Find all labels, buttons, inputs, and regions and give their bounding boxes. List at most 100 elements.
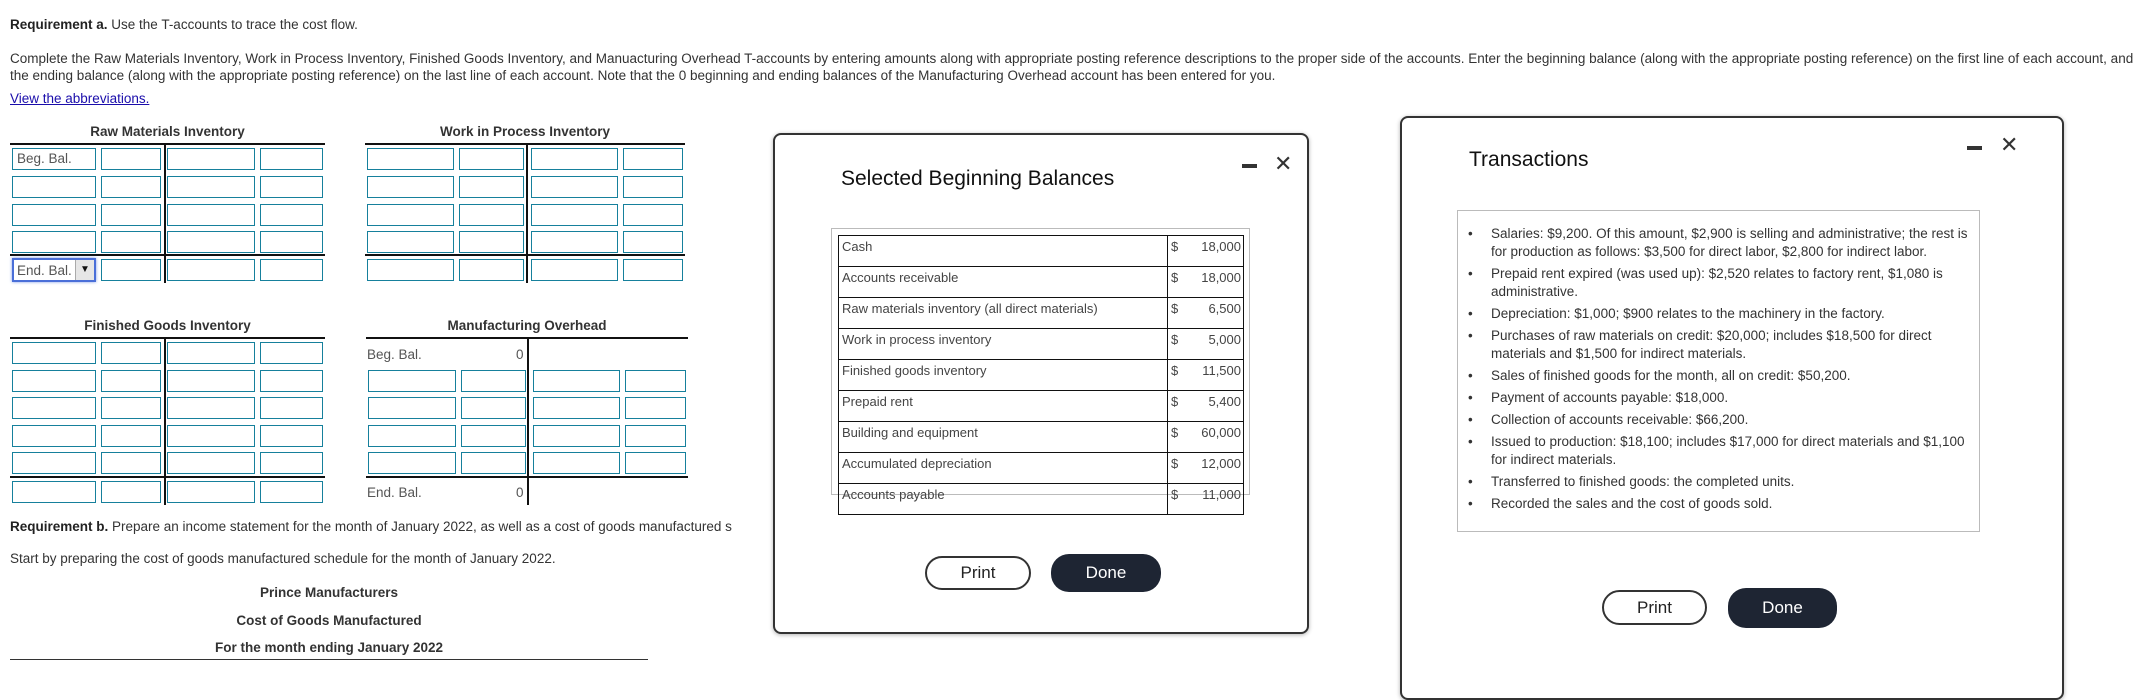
wip-input[interactable]: [367, 204, 454, 226]
overhead-end-label: End. Bal.: [367, 485, 422, 500]
overhead-input[interactable]: [533, 452, 620, 474]
print-button[interactable]: Print: [1602, 590, 1707, 625]
finished-goods-input[interactable]: [260, 425, 323, 447]
wip-input[interactable]: [459, 176, 524, 198]
overhead-input[interactable]: [533, 370, 620, 392]
finished-goods-input[interactable]: [12, 397, 96, 419]
overhead-input[interactable]: [368, 425, 456, 447]
overhead-input[interactable]: [533, 397, 620, 419]
wip-input[interactable]: [623, 148, 683, 170]
wip-input[interactable]: [623, 204, 683, 226]
raw-materials-input[interactable]: [101, 148, 161, 170]
finished-goods-input[interactable]: [260, 342, 323, 364]
wip-input[interactable]: [531, 148, 618, 170]
wip-input[interactable]: [531, 204, 618, 226]
finished-goods-input[interactable]: [260, 370, 323, 392]
raw-materials-input[interactable]: [260, 176, 323, 198]
wip-input[interactable]: [531, 176, 618, 198]
overhead-input[interactable]: [368, 397, 456, 419]
raw-materials-beg-label-input[interactable]: Beg. Bal.: [12, 148, 96, 170]
overhead-input[interactable]: [461, 452, 526, 474]
requirement-a-label: Requirement a.: [10, 17, 108, 32]
wip-input[interactable]: [531, 231, 618, 253]
account-name: Work in process inventory: [838, 328, 1168, 360]
wip-input[interactable]: [367, 148, 454, 170]
raw-materials-end-select[interactable]: End. Bal. ▼: [12, 258, 96, 282]
raw-materials-input[interactable]: [167, 231, 255, 253]
finished-goods-input[interactable]: [260, 452, 323, 474]
finished-goods-input[interactable]: [260, 397, 323, 419]
overhead-input[interactable]: [368, 452, 456, 474]
wip-input[interactable]: [623, 259, 683, 281]
raw-materials-input[interactable]: [12, 231, 96, 253]
finished-goods-input[interactable]: [260, 481, 323, 503]
wip-input[interactable]: [459, 231, 524, 253]
wip-input[interactable]: [459, 204, 524, 226]
finished-goods-input[interactable]: [12, 370, 96, 392]
done-button[interactable]: Done: [1051, 554, 1161, 592]
wip-input[interactable]: [623, 231, 683, 253]
finished-goods-input[interactable]: [101, 481, 161, 503]
finished-goods-input[interactable]: [12, 342, 96, 364]
account-amount: $11,000: [1167, 483, 1244, 515]
finished-goods-input[interactable]: [101, 425, 161, 447]
finished-goods-input[interactable]: [12, 481, 96, 503]
overhead-input[interactable]: [625, 452, 686, 474]
requirement-a-heading: Requirement a. Use the T-accounts to tra…: [10, 17, 358, 32]
raw-materials-input[interactable]: [260, 204, 323, 226]
raw-materials-input[interactable]: [167, 259, 255, 281]
raw-materials-input[interactable]: [167, 204, 255, 226]
dropdown-arrow-icon[interactable]: ▼: [75, 260, 94, 280]
wip-input[interactable]: [459, 148, 524, 170]
overhead-input[interactable]: [625, 425, 686, 447]
overhead-input[interactable]: [625, 397, 686, 419]
finished-goods-input[interactable]: [101, 370, 161, 392]
minimize-icon[interactable]: [1967, 146, 1982, 150]
wip-input[interactable]: [367, 231, 454, 253]
overhead-input[interactable]: [461, 370, 526, 392]
raw-materials-input[interactable]: [101, 204, 161, 226]
overhead-input[interactable]: [461, 397, 526, 419]
close-icon[interactable]: ✕: [1274, 153, 1292, 175]
finished-goods-input[interactable]: [167, 452, 255, 474]
raw-materials-input[interactable]: [260, 259, 323, 281]
finished-goods-input[interactable]: [101, 397, 161, 419]
raw-materials-input[interactable]: [101, 176, 161, 198]
finished-goods-input[interactable]: [101, 452, 161, 474]
finished-goods-input[interactable]: [12, 425, 96, 447]
finished-goods-input[interactable]: [167, 425, 255, 447]
wip-input[interactable]: [367, 259, 454, 281]
raw-materials-input[interactable]: [260, 231, 323, 253]
minimize-icon[interactable]: [1242, 164, 1257, 168]
finished-goods-input[interactable]: [167, 370, 255, 392]
raw-materials-input[interactable]: [12, 204, 96, 226]
finished-goods-input[interactable]: [167, 342, 255, 364]
finished-goods-input[interactable]: [101, 342, 161, 364]
transaction-item: Depreciation: $1,000; $900 relates to th…: [1468, 305, 1973, 323]
wip-input[interactable]: [367, 176, 454, 198]
raw-materials-input[interactable]: [260, 148, 323, 170]
wip-input[interactable]: [531, 259, 618, 281]
finished-goods-input[interactable]: [12, 452, 96, 474]
done-button[interactable]: Done: [1728, 588, 1837, 628]
raw-materials-input[interactable]: [101, 231, 161, 253]
account-amount: $11,500: [1167, 359, 1244, 391]
raw-materials-input[interactable]: [167, 176, 255, 198]
raw-materials-input[interactable]: [12, 176, 96, 198]
overhead-input[interactable]: [368, 370, 456, 392]
print-button[interactable]: Print: [925, 556, 1031, 590]
finished-goods-input[interactable]: [167, 397, 255, 419]
overhead-input[interactable]: [625, 370, 686, 392]
transaction-item: Recorded the sales and the cost of goods…: [1468, 495, 1973, 513]
wip-input[interactable]: [623, 176, 683, 198]
account-name: Accumulated depreciation: [838, 452, 1168, 484]
raw-materials-input[interactable]: [167, 148, 255, 170]
close-icon[interactable]: ✕: [2000, 134, 2018, 156]
modal-title: Transactions: [1469, 148, 1589, 171]
wip-input[interactable]: [459, 259, 524, 281]
raw-materials-input[interactable]: [101, 259, 161, 281]
finished-goods-input[interactable]: [167, 481, 255, 503]
overhead-input[interactable]: [461, 425, 526, 447]
view-abbreviations-link[interactable]: View the abbreviations.: [10, 91, 149, 106]
overhead-input[interactable]: [533, 425, 620, 447]
